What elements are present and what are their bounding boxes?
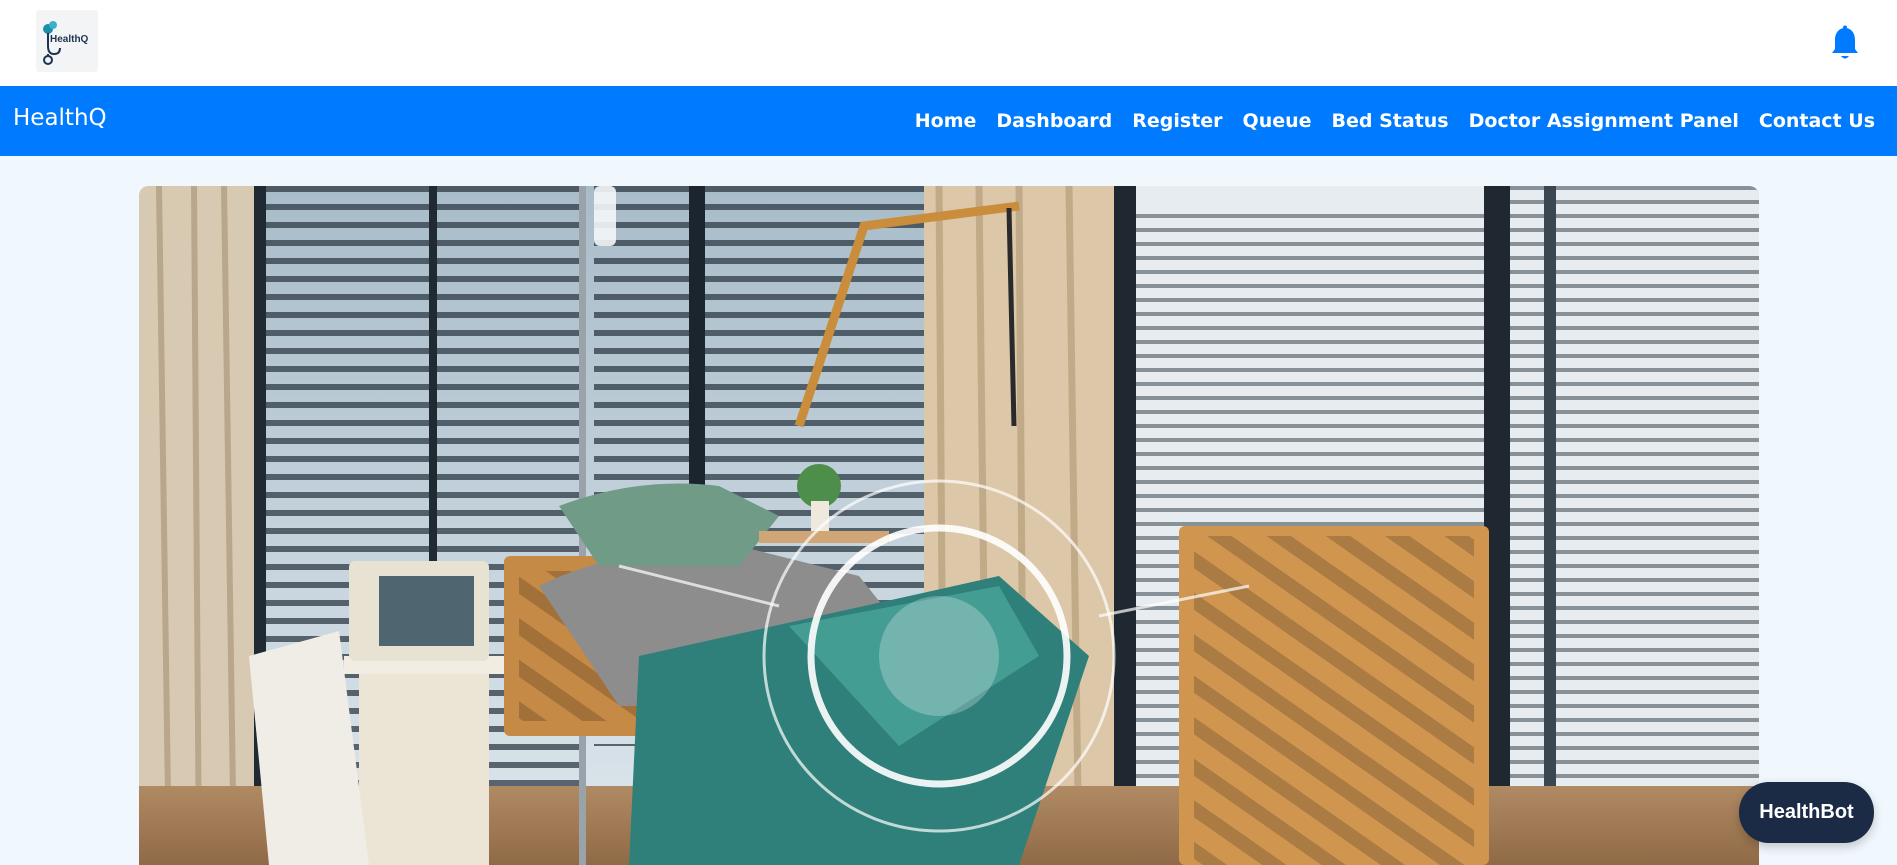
hero-image [139,186,1759,865]
top-header: HealthQ [0,0,1897,86]
nav-contact-us[interactable]: Contact Us [1759,110,1875,132]
bell-icon [1832,25,1858,59]
hospital-room-illustration [139,186,1759,865]
main-navbar: HealthQ Home Dashboard Register Queue Be… [0,86,1897,156]
healthq-logo[interactable]: HealthQ [36,10,98,72]
navbar-brand[interactable]: HealthQ [13,105,107,131]
nav-queue[interactable]: Queue [1243,110,1312,132]
healthbot-button[interactable]: HealthBot [1739,782,1874,843]
nav-links: Home Dashboard Register Queue Bed Status… [915,110,1875,132]
logo-text: HealthQ [50,34,89,45]
nav-dashboard[interactable]: Dashboard [996,110,1112,132]
nav-doctor-assignment-panel[interactable]: Doctor Assignment Panel [1469,110,1739,132]
nav-bed-status[interactable]: Bed Status [1332,110,1449,132]
nav-home[interactable]: Home [915,110,977,132]
notification-button[interactable] [1829,25,1861,61]
nav-register[interactable]: Register [1132,110,1222,132]
